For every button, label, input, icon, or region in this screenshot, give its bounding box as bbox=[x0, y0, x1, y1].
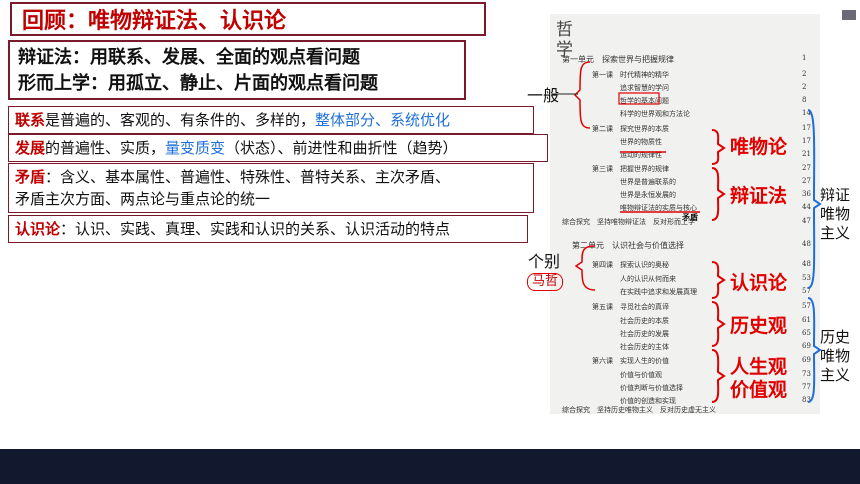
historical-materialism-brace bbox=[807, 297, 822, 403]
general-brace bbox=[573, 61, 591, 129]
materialism-brace bbox=[711, 129, 726, 165]
dialectical-materialism-brace bbox=[807, 109, 822, 289]
dialectics-brace bbox=[711, 167, 726, 221]
values-brace bbox=[711, 349, 726, 403]
annotation-braces bbox=[552, 61, 822, 403]
footer-bar bbox=[0, 449, 860, 484]
epistemology-brace bbox=[711, 261, 726, 299]
history-brace bbox=[711, 301, 726, 347]
highlight-circle bbox=[618, 92, 660, 105]
individual-brace bbox=[574, 245, 596, 291]
